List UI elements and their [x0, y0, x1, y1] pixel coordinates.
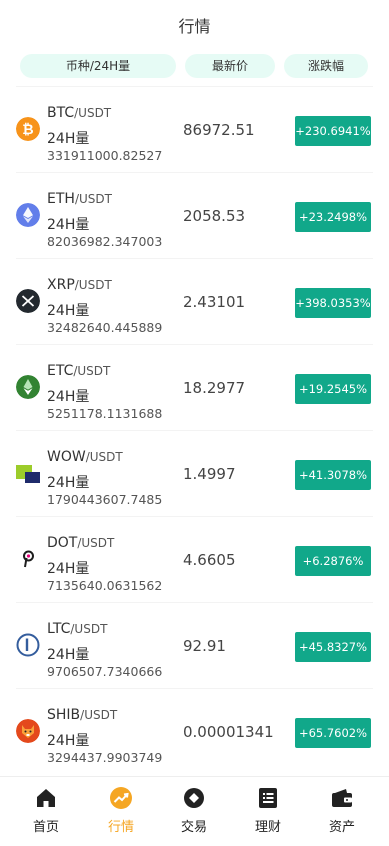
tab-label: 理财: [254, 820, 281, 835]
pair-name: XRP/USDT: [47, 277, 112, 293]
volume-label: 24H量: [47, 647, 90, 663]
bottom-tab-bar: 首页 行情 交易 理财 资产: [0, 776, 389, 846]
market-row-etc[interactable]: ETC/USDT 24H量 5251178.1131688 18.2977 +1…: [16, 344, 373, 430]
change-badge: +6.2876%: [295, 546, 371, 576]
market-row-eth[interactable]: ETH/USDT 24H量 82036982.347003 2058.53 +2…: [16, 172, 373, 258]
last-price: 92.91: [183, 637, 226, 655]
market-row-ltc[interactable]: LTC/USDT 24H量 9706507.7340666 92.91 +45.…: [16, 602, 373, 688]
change-badge: +41.3078%: [295, 460, 371, 490]
pair-name: WOW/USDT: [47, 449, 123, 465]
sort-price-button[interactable]: 最新价: [185, 54, 275, 78]
pair-name: SHIB/USDT: [47, 707, 118, 723]
last-price: 1.4997: [183, 465, 236, 483]
volume-label: 24H量: [47, 561, 90, 577]
finance-icon: [257, 787, 279, 809]
sort-pair-volume-button[interactable]: 币种/24H量: [20, 54, 176, 78]
ethereum-classic-icon: [16, 375, 40, 399]
volume-label: 24H量: [47, 475, 90, 491]
volume-value: 5251178.1131688: [47, 406, 163, 421]
change-badge: +398.0353%: [295, 288, 371, 318]
market-icon: [110, 787, 132, 809]
shiba-icon: [16, 719, 40, 743]
tab-label: 交易: [180, 820, 207, 835]
trade-icon: [183, 787, 205, 809]
market-row-wow[interactable]: WOW/USDT 24H量 1790443607.7485 1.4997 +41…: [16, 430, 373, 516]
volume-value: 32482640.445889: [47, 320, 163, 335]
tab-home[interactable]: 首页: [16, 777, 76, 846]
pair-name: LTC/USDT: [47, 621, 108, 637]
wow-icon: [16, 461, 40, 485]
volume-label: 24H量: [47, 733, 90, 749]
last-price: 2058.53: [183, 207, 246, 225]
xrp-icon: [16, 289, 40, 313]
pair-name: ETC/USDT: [47, 363, 111, 379]
page-title: 行情: [178, 17, 211, 36]
market-row-shib[interactable]: SHIB/USDT 24H量 3294437.9903749 0.0000134…: [16, 688, 373, 774]
ethereum-icon: [16, 203, 40, 227]
tab-label: 行情: [107, 820, 134, 835]
page-header: 行情: [0, 0, 389, 46]
change-badge: +23.2498%: [295, 202, 371, 232]
volume-value: 1790443607.7485: [47, 492, 163, 507]
market-row-dot[interactable]: DOT/USDT 24H量 7135640.0631562 4.6605 +6.…: [16, 516, 373, 602]
market-row-btc[interactable]: ₿ BTC/USDT 24H量 331911000.82527 86972.51…: [16, 86, 373, 172]
change-badge: +19.2545%: [295, 374, 371, 404]
pair-name: BTC/USDT: [47, 105, 112, 121]
market-row-xrp[interactable]: XRP/USDT 24H量 32482640.445889 2.43101 +3…: [16, 258, 373, 344]
sort-change-button[interactable]: 涨跌幅: [284, 54, 368, 78]
volume-label: 24H量: [47, 217, 90, 233]
tab-market[interactable]: 行情: [91, 777, 151, 846]
last-price: 18.2977: [183, 379, 246, 397]
change-badge: +230.6941%: [295, 116, 371, 146]
volume-label: 24H量: [47, 131, 90, 147]
volume-label: 24H量: [47, 389, 90, 405]
bitcoin-icon: ₿: [16, 117, 40, 141]
last-price: 4.6605: [183, 551, 236, 569]
tab-assets[interactable]: 资产: [312, 777, 372, 846]
pair-name: ETH/USDT: [47, 191, 112, 207]
pair-name: DOT/USDT: [47, 535, 115, 551]
volume-value: 7135640.0631562: [47, 578, 163, 593]
volume-label: 24H量: [47, 303, 90, 319]
change-badge: +65.7602%: [295, 718, 371, 748]
last-price: 2.43101: [183, 293, 246, 311]
wallet-icon: [331, 787, 353, 809]
tab-trade[interactable]: 交易: [164, 777, 224, 846]
volume-value: 9706507.7340666: [47, 664, 163, 679]
last-price: 86972.51: [183, 121, 255, 139]
volume-value: 331911000.82527: [47, 148, 163, 163]
litecoin-icon: [16, 633, 40, 657]
change-badge: +45.8327%: [295, 632, 371, 662]
column-header-bar: 币种/24H量 最新价 涨跌幅: [0, 54, 389, 78]
svg-text:₿: ₿: [22, 122, 33, 138]
tab-finance[interactable]: 理财: [238, 777, 298, 846]
tab-label: 首页: [32, 820, 59, 835]
volume-value: 82036982.347003: [47, 234, 163, 249]
polkadot-icon: [16, 547, 40, 571]
last-price: 0.00001341: [183, 723, 274, 741]
volume-value: 3294437.9903749: [47, 750, 163, 765]
market-list: ₿ BTC/USDT 24H量 331911000.82527 86972.51…: [16, 86, 373, 774]
tab-label: 资产: [328, 820, 355, 835]
home-icon: [35, 787, 57, 809]
